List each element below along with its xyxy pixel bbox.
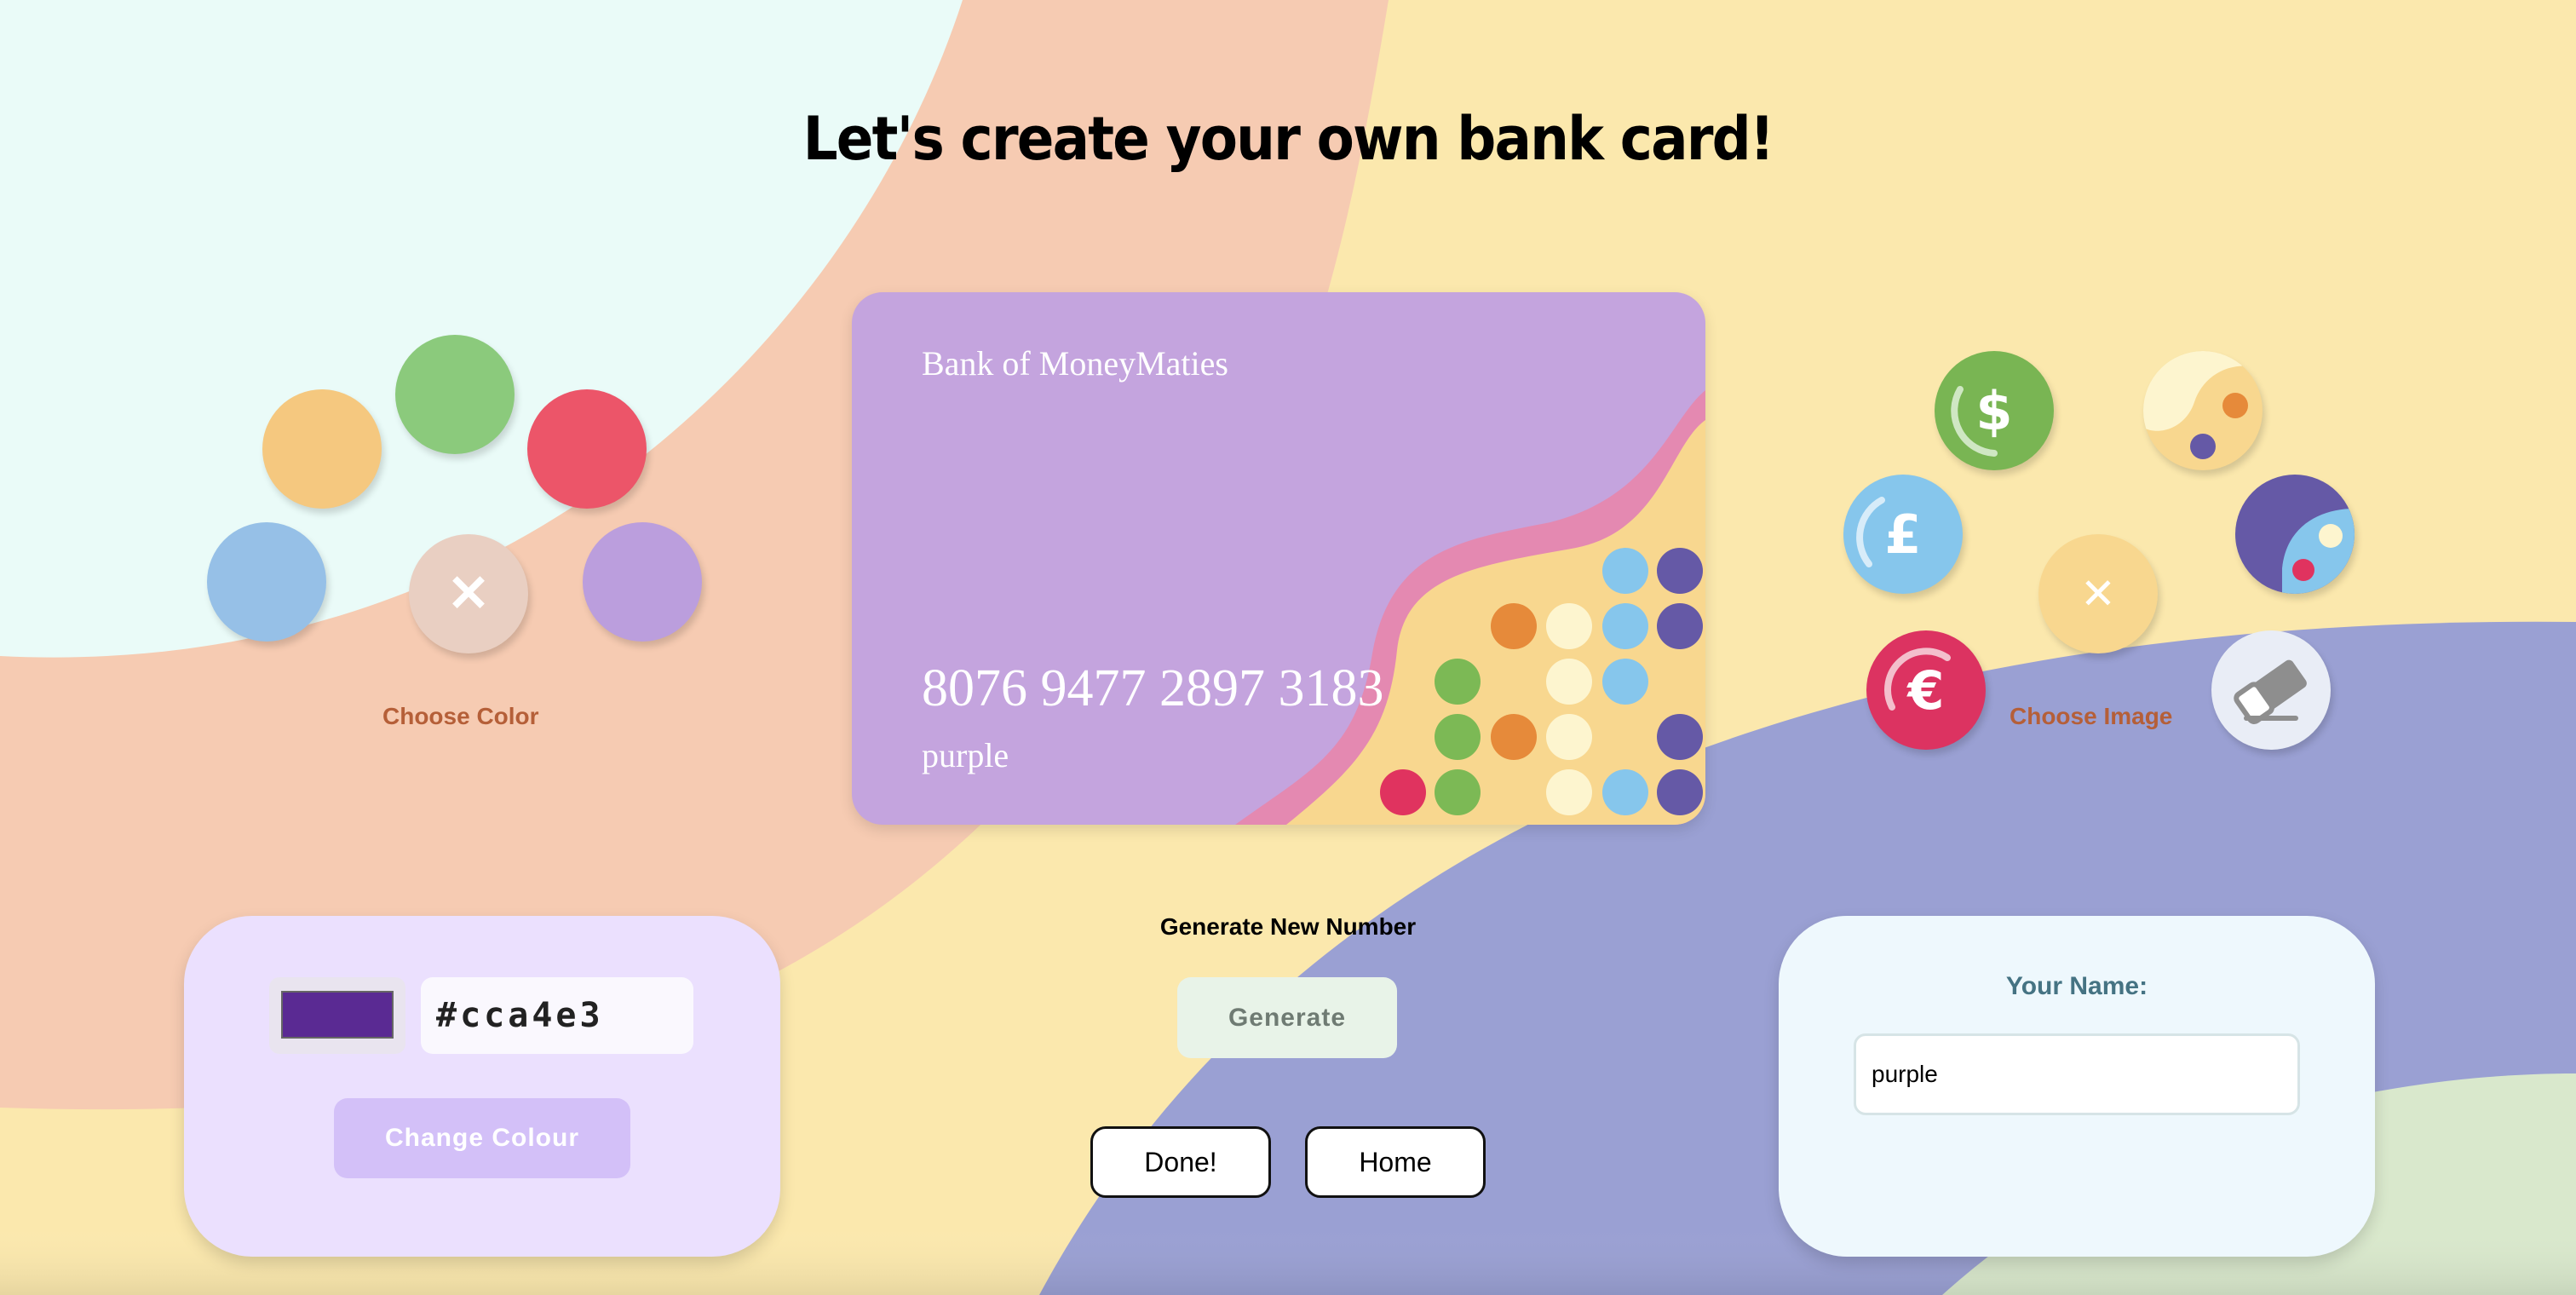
close-icon: ✕: [446, 565, 491, 622]
euro-icon: €: [1907, 659, 1945, 722]
done-button[interactable]: Done!: [1090, 1126, 1271, 1198]
image-option-pound[interactable]: £: [1843, 475, 1963, 594]
name-input[interactable]: [1854, 1033, 2300, 1115]
swatch-red[interactable]: [527, 389, 647, 509]
home-button[interactable]: Home: [1305, 1126, 1486, 1198]
selected-colour-swatch: [281, 991, 394, 1039]
change-colour-button[interactable]: Change Colour: [334, 1098, 630, 1178]
colour-panel: Change Colour: [184, 916, 780, 1257]
image-option-eraser[interactable]: [2211, 630, 2331, 750]
generate-heading: Generate New Number: [1159, 913, 1417, 940]
page-title: Let's create your own bank card!: [802, 104, 1775, 174]
image-option-euro[interactable]: €: [1866, 630, 1986, 750]
choose-image-label: Choose Image: [2010, 703, 2173, 729]
your-name-label: Your Name:: [2005, 972, 2148, 1000]
planet-pattern-icon: [2282, 509, 2355, 594]
card-holder-name: purple: [922, 736, 1009, 774]
dots-pattern-icon: [2143, 351, 2263, 459]
pound-icon: £: [1884, 503, 1922, 566]
swatch-blue[interactable]: [207, 522, 326, 642]
name-panel: Your Name:: [1779, 916, 2375, 1257]
swatch-none[interactable]: ✕: [409, 534, 528, 653]
image-option-dollar[interactable]: $: [1935, 351, 2054, 470]
dollar-icon: $: [1975, 379, 2013, 442]
swatch-yellow[interactable]: [262, 389, 382, 509]
generate-button[interactable]: Generate: [1177, 977, 1397, 1058]
swatch-green[interactable]: [395, 335, 515, 454]
image-option-dots[interactable]: [2143, 351, 2263, 470]
card-bank-name: Bank of MoneyMaties: [922, 344, 1228, 383]
choose-color-label: Choose Color: [382, 703, 539, 729]
bank-card-preview: Bank of MoneyMaties 8076 9477 2897 3183 …: [852, 292, 1705, 825]
colour-picker-input[interactable]: [269, 977, 405, 1054]
image-option-none[interactable]: ✕: [2038, 534, 2158, 653]
swatch-purple[interactable]: [583, 522, 702, 642]
card-number: 8076 9477 2897 3183: [922, 659, 1384, 717]
eraser-icon: [2234, 659, 2307, 724]
image-option-planet[interactable]: [2235, 475, 2355, 594]
close-icon: ✕: [2080, 569, 2116, 619]
hex-colour-input[interactable]: [421, 977, 693, 1054]
